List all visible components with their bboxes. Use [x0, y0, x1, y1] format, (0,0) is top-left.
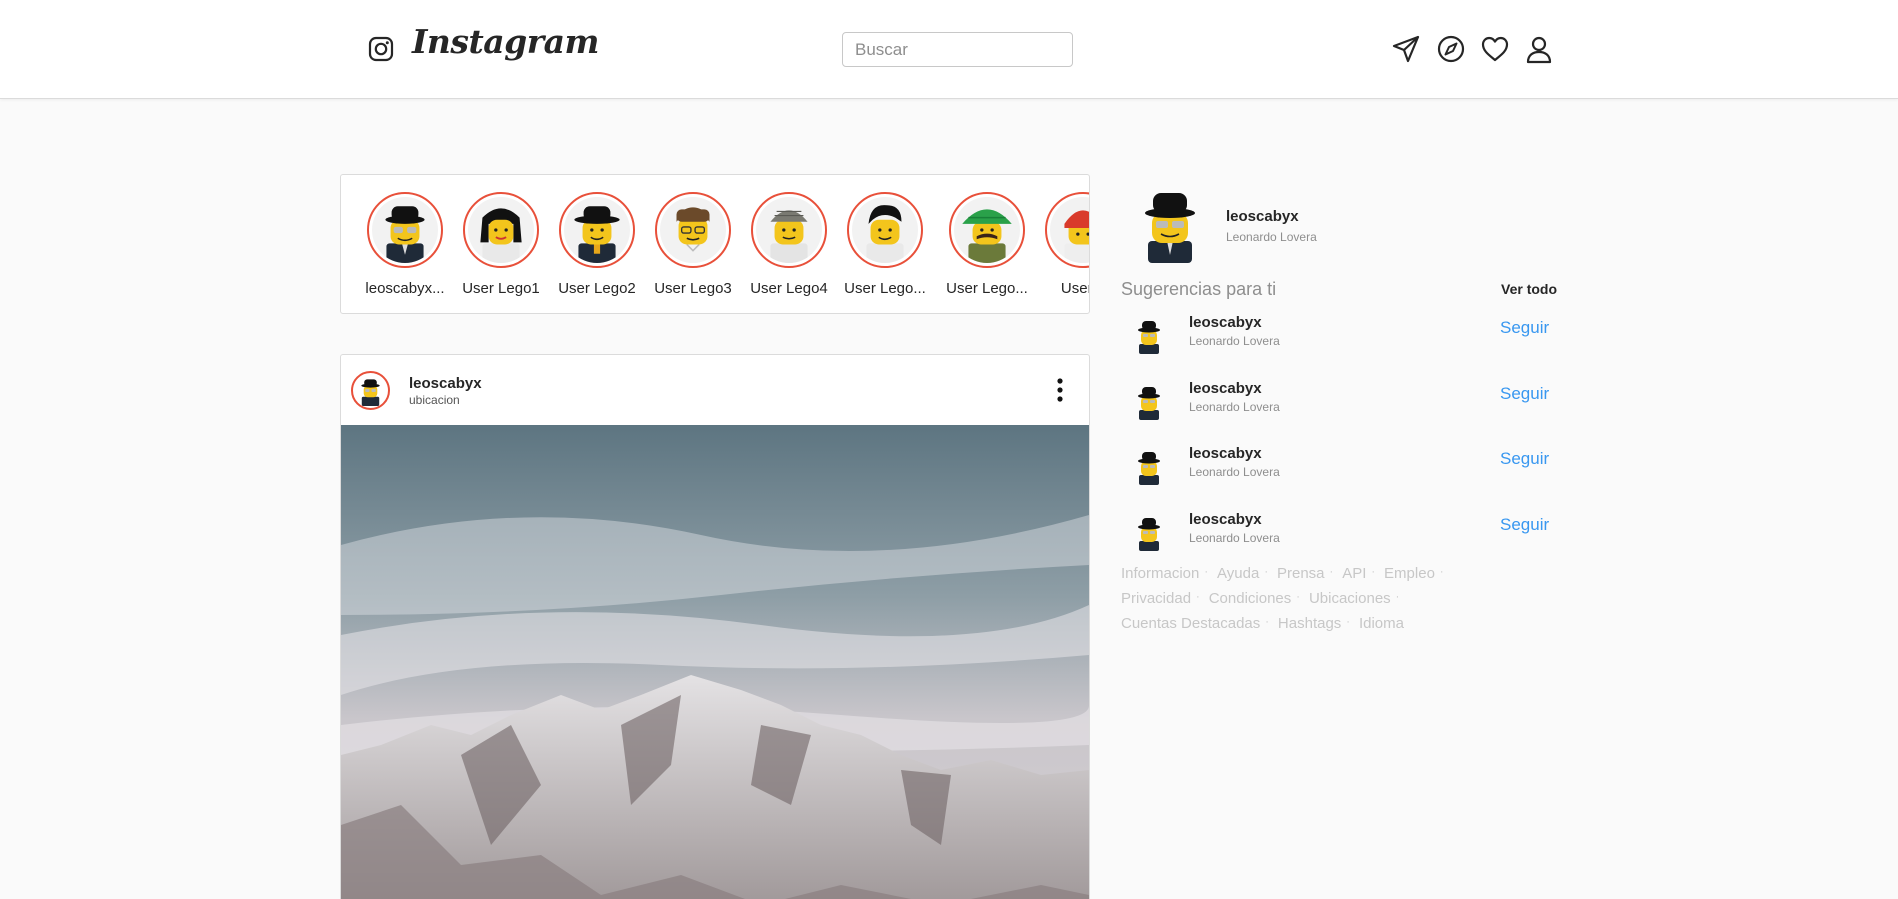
suggestion-username[interactable]: leoscabyx — [1189, 380, 1262, 397]
suggestion-full-name: Leonardo Lovera — [1189, 334, 1280, 348]
separator-dot: · — [1439, 566, 1444, 578]
story-avatar — [954, 197, 1020, 263]
story-label: User Lego... — [946, 280, 1028, 297]
profile-full-name: Leonardo Lovera — [1226, 230, 1317, 244]
separator-dot: · — [1346, 616, 1350, 628]
footer-line: Privacidad · Condiciones · Ubicaciones · — [1121, 587, 1501, 612]
story-item[interactable]: User Lego... — [941, 192, 1033, 297]
separator-dot: · — [1329, 566, 1334, 578]
suggestion-avatar[interactable] — [1133, 515, 1165, 551]
story-avatar-ring — [463, 192, 539, 268]
stories-strip[interactable]: leoscabyx... User Lego1 User Lego2 User … — [340, 174, 1090, 314]
separator-dot: · — [1371, 566, 1376, 578]
story-item[interactable]: User Lego3 — [647, 192, 739, 297]
story-avatar — [756, 197, 822, 263]
footer-line: Informacion · Ayuda · Prensa · API · Empleo · — [1121, 562, 1501, 587]
suggestion-row: leoscabyx Leonardo Lovera Seguir — [1121, 441, 1561, 497]
story-item[interactable]: User Lego1 — [455, 192, 547, 297]
follow-button[interactable]: Seguir — [1500, 449, 1549, 469]
story-avatar — [468, 197, 534, 263]
footer-line: Cuentas Destacadas · Hashtags · Idioma — [1121, 612, 1501, 637]
footer-link-ayuda[interactable]: Ayuda — [1217, 565, 1259, 582]
story-label: User Lego... — [844, 280, 926, 297]
footer-link-api[interactable]: API — [1342, 565, 1366, 582]
suggestion-username[interactable]: leoscabyx — [1189, 511, 1262, 528]
story-avatar — [852, 197, 918, 263]
see-all-link[interactable]: Ver todo — [1501, 281, 1557, 297]
story-avatar-ring — [367, 192, 443, 268]
user-icon[interactable] — [1524, 34, 1554, 64]
instagram-glyph-icon[interactable] — [368, 36, 394, 62]
post-header: leoscabyx ubicacion — [341, 355, 1089, 425]
instagram-wordmark-logo[interactable]: Instagram — [412, 22, 599, 61]
story-label: User Lego2 — [558, 280, 636, 297]
story-label: User Lego4 — [750, 280, 828, 297]
footer-link-cuentas-destacadas[interactable]: Cuentas Destacadas — [1121, 615, 1260, 632]
paper-plane-icon[interactable] — [1391, 34, 1421, 64]
suggestion-username[interactable]: leoscabyx — [1189, 314, 1262, 331]
story-avatar — [564, 197, 630, 263]
story-avatar — [372, 197, 438, 263]
story-item[interactable]: User Lego4 — [743, 192, 835, 297]
story-avatar-ring — [559, 192, 635, 268]
suggestion-row: leoscabyx Leonardo Lovera Seguir — [1121, 376, 1561, 432]
story-avatar-ring — [847, 192, 923, 268]
follow-button[interactable]: Seguir — [1500, 318, 1549, 338]
suggestion-full-name: Leonardo Lovera — [1189, 465, 1280, 479]
suggestion-full-name: Leonardo Lovera — [1189, 400, 1280, 414]
post-location[interactable]: ubicacion — [409, 393, 460, 407]
post-image[interactable] — [341, 425, 1089, 899]
story-item[interactable]: User Lego... — [839, 192, 931, 297]
story-item[interactable]: User L — [1037, 192, 1090, 297]
suggestion-avatar[interactable] — [1133, 449, 1165, 485]
follow-button[interactable]: Seguir — [1500, 515, 1549, 535]
profile-username[interactable]: leoscabyx — [1226, 208, 1299, 225]
separator-dot: · — [1196, 591, 1200, 603]
story-label: User Lego1 — [462, 280, 540, 297]
suggestion-avatar[interactable] — [1133, 318, 1165, 354]
story-avatar — [660, 197, 726, 263]
story-avatar-ring — [655, 192, 731, 268]
separator-dot: · — [1265, 616, 1269, 628]
separator-dot: · — [1296, 591, 1300, 603]
story-label: User Lego3 — [654, 280, 732, 297]
feed-post: leoscabyx ubicacion — [340, 354, 1090, 899]
footer-link-prensa[interactable]: Prensa — [1277, 565, 1325, 582]
footer-link-informacion[interactable]: Informacion — [1121, 565, 1199, 582]
top-navigation-bar: Instagram — [0, 0, 1898, 99]
more-options-icon[interactable] — [1053, 377, 1067, 403]
search-input[interactable] — [842, 32, 1073, 67]
story-avatar — [1050, 197, 1089, 263]
footer-link-idioma[interactable]: Idioma — [1359, 615, 1404, 632]
compass-icon[interactable] — [1436, 34, 1466, 64]
post-author-avatar[interactable] — [351, 371, 390, 410]
story-avatar-ring — [751, 192, 827, 268]
story-label: User L — [1060, 280, 1090, 297]
story-item[interactable]: User Lego2 — [551, 192, 643, 297]
suggestion-row: leoscabyx Leonardo Lovera Seguir — [1121, 310, 1561, 366]
footer-link-hashtags[interactable]: Hashtags — [1278, 615, 1341, 632]
story-avatar-ring — [949, 192, 1025, 268]
footer-link-privacidad[interactable]: Privacidad — [1121, 590, 1191, 607]
footer-links: Informacion · Ayuda · Prensa · API · Empleo · Pri… — [1121, 562, 1501, 637]
footer-link-empleo[interactable]: Empleo — [1384, 565, 1435, 582]
footer-link-ubicaciones[interactable]: Ubicaciones — [1309, 590, 1391, 607]
story-label: leoscabyx... — [365, 280, 445, 297]
heart-icon[interactable] — [1480, 34, 1510, 64]
follow-button[interactable]: Seguir — [1500, 384, 1549, 404]
story-avatar-ring — [1045, 192, 1089, 268]
post-author-username[interactable]: leoscabyx — [409, 375, 482, 392]
separator-dot: · — [1204, 566, 1209, 578]
suggestion-avatar[interactable] — [1133, 384, 1165, 420]
footer-link-condiciones[interactable]: Condiciones — [1209, 590, 1292, 607]
separator-dot: · — [1264, 566, 1268, 578]
suggestion-username[interactable]: leoscabyx — [1189, 445, 1262, 462]
suggestion-row: leoscabyx Leonardo Lovera Seguir — [1121, 507, 1561, 563]
story-item[interactable]: leoscabyx... — [359, 192, 451, 297]
suggestion-full-name: Leonardo Lovera — [1189, 531, 1280, 545]
profile-avatar[interactable] — [1136, 187, 1204, 263]
suggestions-title: Sugerencias para ti — [1121, 279, 1277, 299]
separator-dot: · — [1395, 591, 1400, 603]
